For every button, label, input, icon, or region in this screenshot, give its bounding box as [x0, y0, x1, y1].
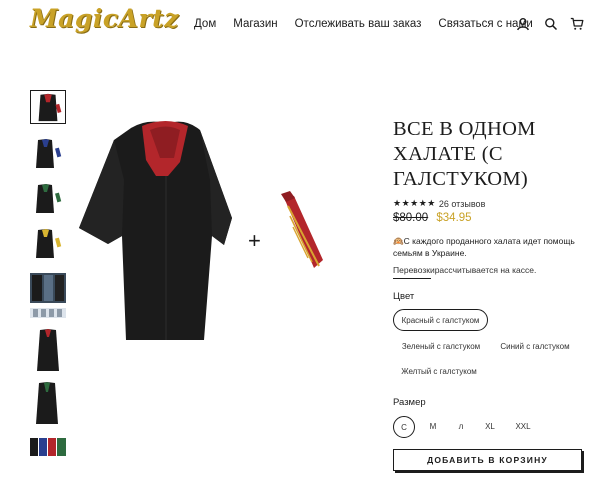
size-label: Размер — [393, 397, 426, 408]
size-option-s[interactable]: С — [393, 416, 415, 438]
color-label: Цвет — [393, 291, 415, 302]
color-option-red[interactable]: Красный с галстуком — [393, 309, 488, 331]
thumbnail-robe-yellow-tie[interactable] — [30, 226, 66, 260]
shipping-link-underline[interactable] — [393, 278, 431, 279]
nav-item-track-order[interactable]: Отслеживать ваш заказ — [295, 18, 422, 30]
size-option-m[interactable]: М — [426, 416, 440, 438]
thumbnail-robe-strip[interactable] — [30, 305, 66, 321]
reviews-count[interactable]: 26 отзывов — [439, 199, 486, 209]
site-logo[interactable]: MagicArtz — [30, 4, 179, 33]
thumbnail-robe-variants[interactable] — [30, 436, 66, 458]
site-header: MagicArtz Дом Магазин Отслеживать ваш за… — [0, 0, 600, 52]
thumbnail-robe-collage[interactable] — [30, 271, 66, 305]
thumbnail-robe-blue-tie[interactable] — [30, 136, 66, 170]
size-option-xl[interactable]: XL — [482, 416, 498, 438]
monkey-emoji-icon: 🙉 — [393, 236, 404, 246]
nav-item-shop[interactable]: Магазин — [233, 18, 277, 30]
plus-sign: + — [248, 228, 261, 253]
size-option-l[interactable]: л — [455, 416, 467, 438]
shipping-note: Перевозкирассчитывается на кассе. — [393, 265, 537, 275]
thumbnail-robe-red-tie[interactable] — [30, 90, 66, 124]
color-option-green[interactable]: Зеленый с галстуком — [398, 336, 484, 358]
search-icon[interactable] — [544, 17, 558, 31]
color-option-yellow[interactable]: Желтый с галстуком — [398, 361, 480, 383]
thumbnail-robe-green[interactable] — [30, 380, 66, 426]
color-option-blue[interactable]: Синий с галстуком — [496, 336, 574, 358]
rating-stars-icon: ★★★★★ — [393, 198, 436, 208]
charity-notice-text: С каждого проданного халата идет помощь … — [393, 236, 575, 258]
product-rating[interactable]: ★★★★★ 26 отзывов — [393, 198, 485, 209]
tie-image — [281, 191, 323, 268]
thumbnail-robe-front[interactable] — [30, 327, 66, 373]
product-title: ВСЕ В ОДНОМ ХАЛАТЕ (С ГАЛСТУКОМ) — [393, 118, 536, 190]
price-row: $80.00 $34.95 — [393, 212, 472, 224]
user-icon[interactable] — [516, 17, 530, 31]
add-to-cart-button[interactable]: ДОБАВИТЬ В КОРЗИНУ — [393, 449, 582, 471]
main-nav: Дом Магазин Отслеживать ваш заказ Связат… — [194, 18, 550, 30]
nav-item-home[interactable]: Дом — [194, 18, 216, 30]
main-product-image[interactable]: + — [76, 90, 354, 370]
old-price: $80.00 — [393, 212, 429, 224]
charity-notice: 🙉С каждого проданного халата идет помощь… — [393, 235, 593, 259]
size-option-xxl[interactable]: XXL — [513, 416, 533, 438]
sale-price: $34.95 — [436, 212, 472, 224]
thumbnail-robe-green-tie[interactable] — [30, 181, 66, 215]
cart-icon[interactable] — [570, 17, 584, 31]
